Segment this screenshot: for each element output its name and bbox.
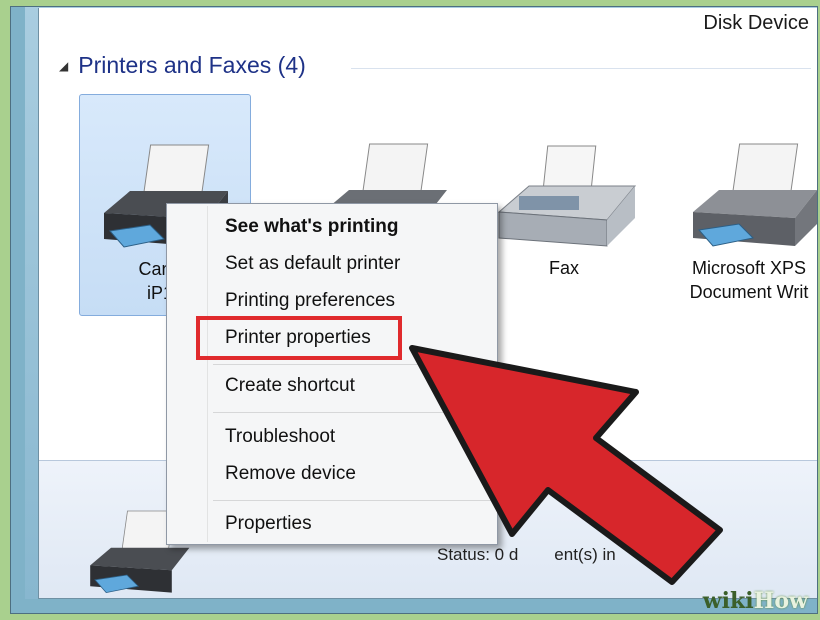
- wikihow-logo: wikiHow: [702, 588, 808, 614]
- pointer-arrow-icon: [409, 345, 723, 585]
